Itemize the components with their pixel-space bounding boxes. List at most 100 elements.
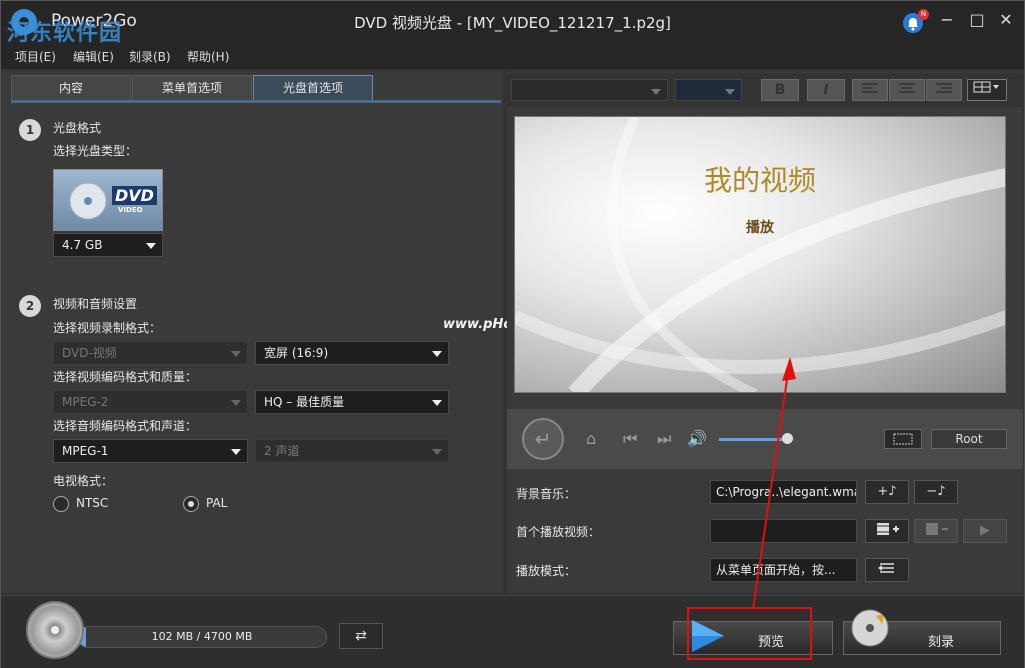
pal-radio[interactable] <box>183 496 199 512</box>
quality-dropdown[interactable]: HQ – 最佳质量 <box>255 390 449 414</box>
disc-size-dropdown[interactable]: 4.7 GB <box>53 233 163 257</box>
notification-badge: N <box>918 9 929 20</box>
tab-disc-preferences[interactable]: 光盘首选项 <box>253 75 373 101</box>
bg-music-field[interactable]: C:\Progra..\elegant.wma <box>710 480 857 504</box>
video-codec-value: MPEG-2 <box>62 395 109 409</box>
bold-button[interactable]: B <box>761 79 799 101</box>
ntsc-label: NTSC <box>76 496 109 510</box>
layout-grid-button[interactable] <box>967 79 1007 101</box>
audio-channels-value: 2 声道 <box>264 444 300 458</box>
chevron-down-icon <box>231 400 241 406</box>
chevron-down-icon <box>432 351 442 357</box>
tv-format-label: 电视格式： <box>53 474 114 488</box>
dvd-logo-label: DVD <box>112 186 157 205</box>
chevron-down-icon <box>432 400 442 406</box>
remove-first-video-button <box>914 519 958 543</box>
safe-zone-button[interactable] <box>884 429 922 449</box>
disc-size-value: 4.7 GB <box>62 238 103 252</box>
close-button[interactable]: ✕ <box>995 9 1017 31</box>
tab-underline <box>11 100 501 103</box>
video-format-value: DVD-视频 <box>62 346 117 360</box>
video-format-label: 选择视频录制格式： <box>53 321 162 335</box>
preview-menu-title[interactable]: 我的视频 <box>515 159 1005 199</box>
audio-codec-value: MPEG-1 <box>62 444 109 458</box>
dvd-disc-type-icon[interactable]: DVD VIDEO <box>53 169 163 231</box>
video-format-dropdown: DVD-视频 <box>53 341 248 365</box>
align-center-icon <box>899 83 915 93</box>
align-right-button[interactable] <box>926 79 962 101</box>
main-window: Power2Go 河东软件园 DVD 视频光盘 - [MY_VIDEO_1212… <box>0 0 1025 668</box>
minimize-button[interactable]: − <box>936 9 958 31</box>
aspect-ratio-dropdown[interactable]: 宽屏 (16:9) <box>255 341 449 365</box>
ntsc-radio[interactable] <box>53 496 69 512</box>
quality-value: HQ – 最佳质量 <box>264 395 345 409</box>
step-1-badge: 1 <box>19 119 41 141</box>
chevron-down-icon <box>651 89 661 95</box>
chevron-down-icon <box>231 351 241 357</box>
first-play-field[interactable] <box>710 519 857 543</box>
switch-disc-button[interactable]: ⇄ <box>339 623 383 649</box>
pal-label: PAL <box>206 496 228 510</box>
play-mode-label: 播放模式： <box>516 564 577 578</box>
screen-icon <box>893 433 913 445</box>
playback-settings-icon <box>878 563 894 573</box>
chevron-down-icon <box>146 243 156 249</box>
menu-preview-canvas[interactable]: 我的视频 播放 <box>514 116 1006 393</box>
disc-format-heading: 光盘格式 <box>53 121 102 135</box>
highlight-box <box>687 607 812 660</box>
add-music-button[interactable]: +♪ <box>865 480 909 504</box>
window-title: DVD 视频光盘 - [MY_VIDEO_121217_1.p2g] <box>354 14 671 32</box>
burn-disc-icon <box>851 609 889 647</box>
align-right-icon <box>936 83 952 93</box>
add-first-video-button[interactable] <box>865 519 909 543</box>
chevron-down-icon <box>231 449 241 455</box>
maximize-button[interactable]: □ <box>966 9 988 31</box>
volume-slider[interactable] <box>719 438 787 441</box>
film-remove-icon <box>926 523 948 535</box>
menu-project[interactable]: 项目(E) <box>15 48 56 65</box>
disc-capacity-text: 102 MB / 4700 MB <box>151 630 253 643</box>
choose-disc-type-label: 选择光盘类型： <box>53 144 138 158</box>
play-first-video-button: ▶ <box>963 519 1007 543</box>
next-icon[interactable]: ⏭ <box>657 429 671 449</box>
play-mode-settings-button[interactable] <box>865 558 909 582</box>
preview-play-button[interactable]: 播放 <box>515 217 1005 237</box>
menu-edit[interactable]: 编辑(E) <box>73 48 114 65</box>
step-2-badge: 2 <box>19 295 41 317</box>
menu-burn[interactable]: 刻录(B) <box>129 48 171 65</box>
burn-button[interactable]: 刻录 <box>843 609 1001 655</box>
disc-capacity-bar: 102 MB / 4700 MB <box>77 626 327 648</box>
font-family-dropdown[interactable] <box>511 79 668 101</box>
audio-codec-dropdown[interactable]: MPEG-1 <box>53 439 248 463</box>
disc-icon <box>26 601 84 659</box>
av-settings-heading: 视频和音频设置 <box>53 297 138 311</box>
first-play-label: 首个播放视频： <box>516 525 601 539</box>
volume-slider-knob[interactable] <box>782 433 793 444</box>
remove-music-button[interactable]: −♪ <box>914 480 958 504</box>
font-size-dropdown[interactable] <box>675 79 742 101</box>
tab-content[interactable]: 内容 <box>11 75 131 101</box>
menu-help[interactable]: 帮助(H) <box>187 48 229 65</box>
back-button[interactable]: ↵ <box>522 418 564 460</box>
chevron-down-icon <box>432 449 442 455</box>
audio-label: 选择音频编码格式和声道： <box>53 419 198 433</box>
audio-channels-dropdown: 2 声道 <box>255 439 449 463</box>
align-center-button[interactable] <box>889 79 925 101</box>
home-icon[interactable]: ⌂ <box>586 429 596 448</box>
aspect-ratio-value: 宽屏 (16:9) <box>264 346 329 360</box>
align-left-button[interactable] <box>852 79 888 101</box>
play-mode-field[interactable]: 从菜单页面开始，按... <box>710 558 857 582</box>
root-menu-button[interactable]: Root <box>931 429 1007 449</box>
align-left-icon <box>862 83 878 93</box>
italic-button[interactable]: I <box>807 79 845 101</box>
chevron-down-icon <box>725 89 735 95</box>
previous-icon[interactable]: ⏮ <box>623 429 637 449</box>
tab-menu-preferences[interactable]: 菜单首选项 <box>132 75 252 101</box>
video-codec-dropdown: MPEG-2 <box>53 390 248 414</box>
bg-music-label: 背景音乐： <box>516 487 577 501</box>
volume-icon[interactable]: 🔊 <box>687 429 707 448</box>
film-add-icon <box>877 523 899 535</box>
grid-icon <box>973 81 999 93</box>
dvd-logo-sublabel: VIDEO <box>118 206 143 214</box>
codec-label: 选择视频编码格式和质量： <box>53 370 198 384</box>
